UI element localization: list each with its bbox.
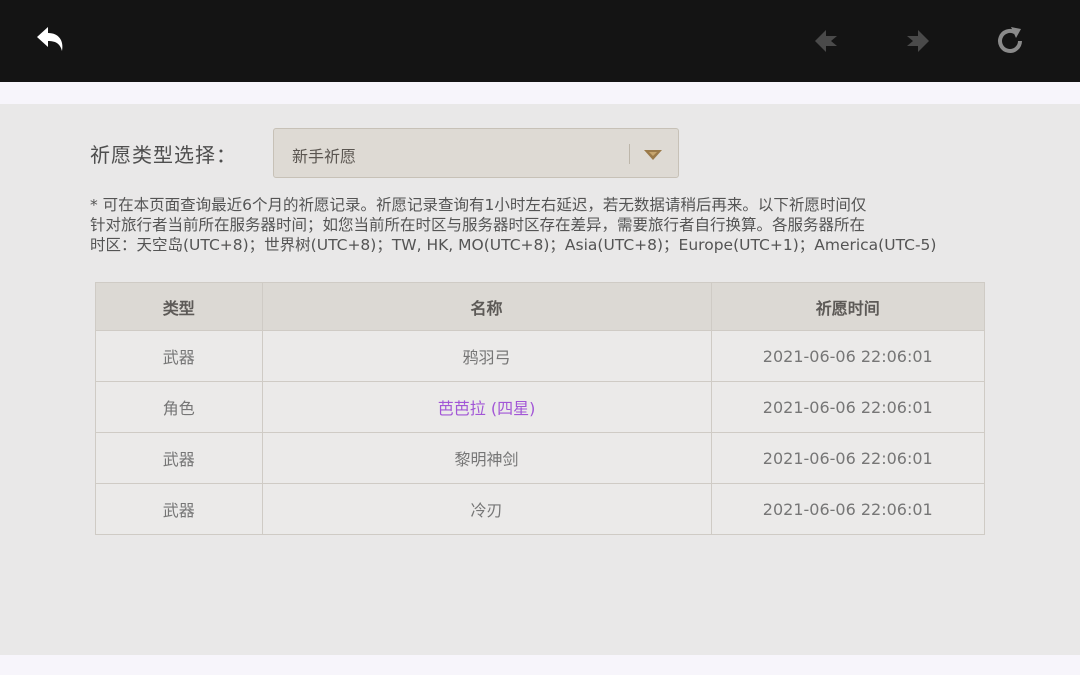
header-name: 名称: [261, 282, 712, 331]
prev-diamond-icon: [815, 30, 837, 52]
table-header-row: 类型 名称 祈愿时间: [95, 282, 985, 331]
cell-type: 武器: [95, 483, 263, 535]
reload-icon: [998, 27, 1022, 53]
next-diamond-icon: [907, 30, 929, 52]
select-divider: [629, 144, 630, 164]
cell-time: 2021-06-06 22:06:01: [710, 483, 985, 535]
table-row: 角色 芭芭拉 (四星) 2021-06-06 22:06:01: [95, 381, 985, 433]
wish-history-table: 类型 名称 祈愿时间 武器 鸦羽弓 2021-06-06 22:06:01 角色…: [95, 282, 985, 535]
notice-text: * 可在本页面查询最近6个月的祈愿记录。祈愿记录查询有1小时左右延迟，若无数据请…: [90, 195, 990, 255]
cell-name: 黎明神剑: [261, 432, 712, 484]
cell-type: 角色: [95, 381, 263, 433]
notice-line: 时区：天空岛(UTC+8)；世界树(UTC+8)；TW, HK, MO(UTC+…: [90, 236, 937, 254]
cell-type: 武器: [95, 432, 263, 484]
bottom-spacer: [0, 655, 1080, 675]
table-row: 武器 黎明神剑 2021-06-06 22:06:01: [95, 432, 985, 484]
prev-button[interactable]: [806, 21, 846, 61]
cell-name: 冷刃: [261, 483, 712, 535]
table-row: 武器 冷刃 2021-06-06 22:06:01: [95, 483, 985, 535]
reload-button[interactable]: [990, 21, 1030, 61]
cell-name: 鸦羽弓: [261, 330, 712, 382]
back-arrow-icon: [37, 27, 63, 51]
browser-toolbar: [0, 0, 1080, 82]
gacha-type-select[interactable]: 新手祈愿: [273, 128, 679, 178]
cell-time: 2021-06-06 22:06:01: [710, 381, 985, 433]
next-button[interactable]: [898, 21, 938, 61]
cell-name-four-star: 芭芭拉 (四星): [261, 381, 712, 433]
gacha-type-label: 祈愿类型选择：: [90, 143, 237, 167]
cell-type: 武器: [95, 330, 263, 382]
notice-line: 针对旅行者当前所在服务器时间；如您当前所在时区与服务器时区存在差异，需要旅行者自…: [90, 216, 866, 234]
chevron-down-icon: [644, 150, 662, 160]
back-button[interactable]: [32, 21, 72, 61]
table-row: 武器 鸦羽弓 2021-06-06 22:06:01: [95, 330, 985, 382]
notice-line: * 可在本页面查询最近6个月的祈愿记录。祈愿记录查询有1小时左右延迟，若无数据请…: [90, 196, 867, 214]
gacha-type-value: 新手祈愿: [292, 147, 357, 166]
top-spacer: [0, 82, 1080, 104]
header-time: 祈愿时间: [710, 282, 985, 331]
cell-time: 2021-06-06 22:06:01: [710, 330, 985, 382]
header-type: 类型: [95, 282, 263, 331]
cell-time: 2021-06-06 22:06:01: [710, 432, 985, 484]
